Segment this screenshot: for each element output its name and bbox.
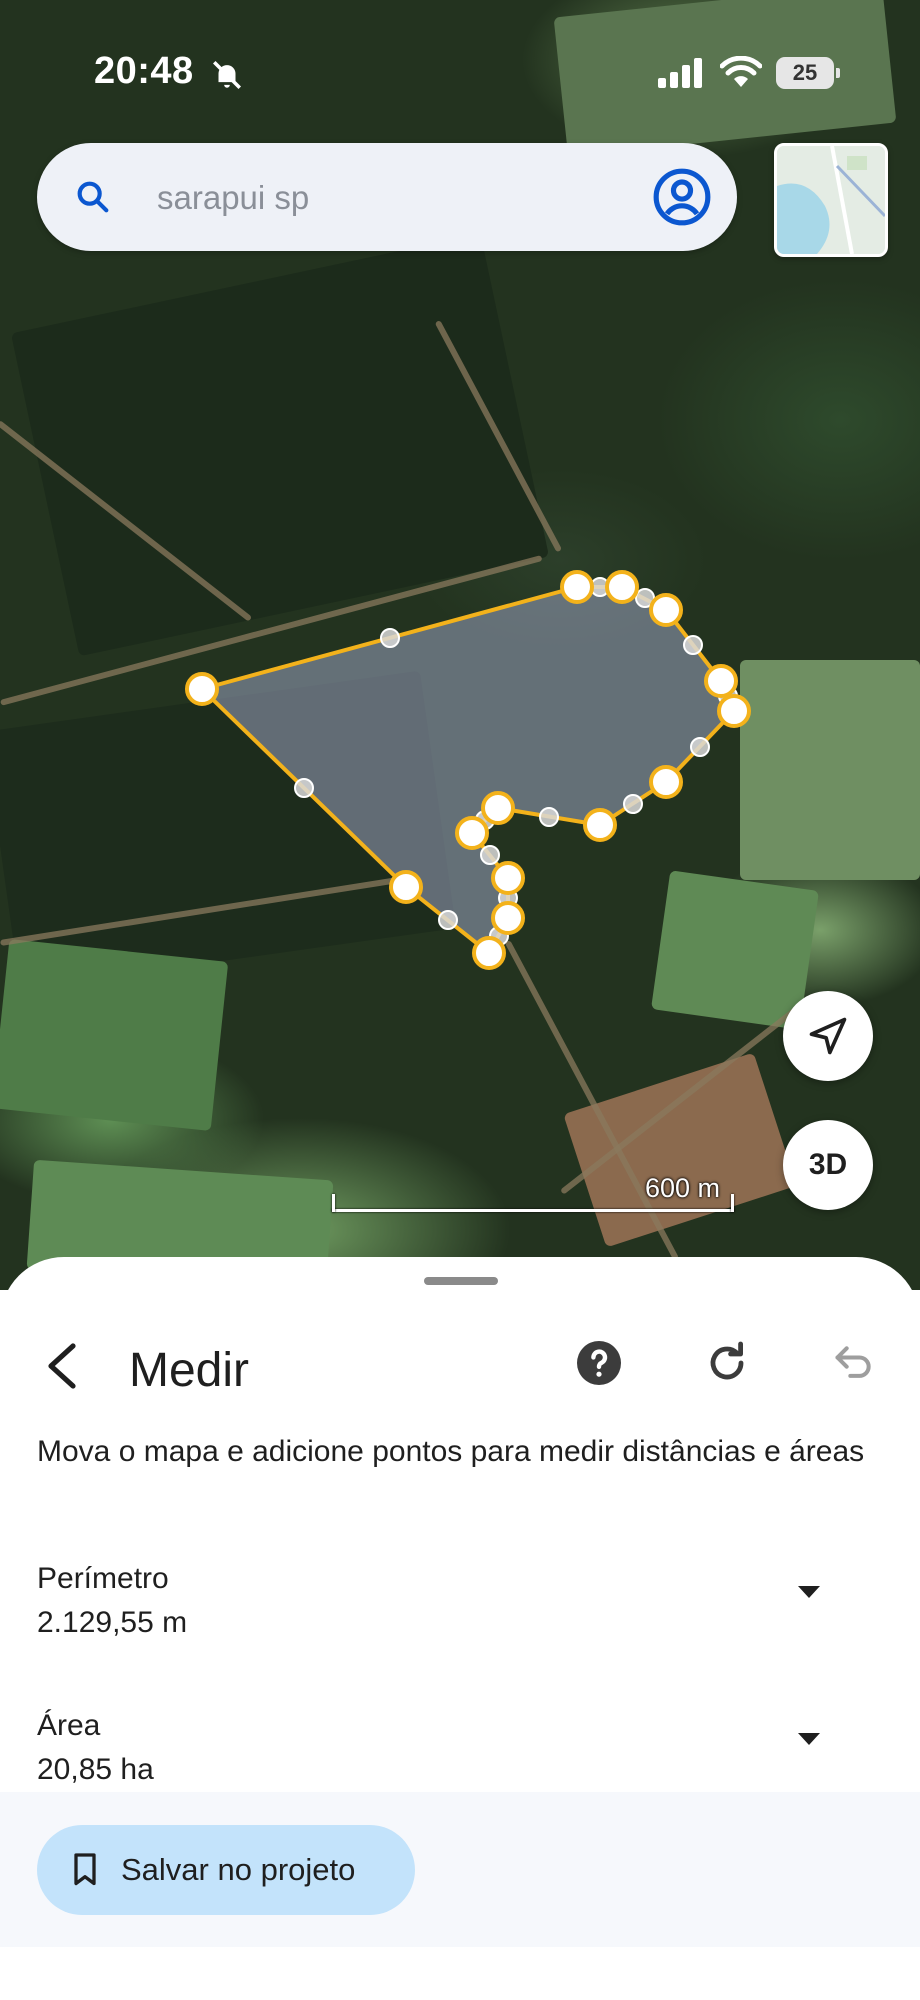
map-thumbnail-icon (777, 146, 885, 254)
bell-muted-icon (212, 60, 242, 90)
measure-instructions: Mova o mapa e adicione pontos para medir… (37, 1435, 865, 1468)
dropdown-arrow-icon[interactable] (796, 1584, 822, 1600)
area-label: Área (37, 1709, 101, 1742)
search-query[interactable]: sarapui sp (157, 179, 309, 217)
save-to-project-button[interactable]: Salvar no projeto (37, 1825, 415, 1915)
drag-handle[interactable] (424, 1277, 498, 1285)
area-value: 20,85 ha (37, 1753, 154, 1786)
undo-icon[interactable] (832, 1341, 876, 1385)
map-layers-button[interactable] (774, 143, 888, 257)
sheet-footer: Salvar no projeto (0, 1792, 920, 1947)
perimeter-label: Perímetro (37, 1562, 169, 1595)
perimeter-row[interactable]: Perímetro 2.129,55 m (0, 1562, 920, 1672)
back-button[interactable] (28, 1331, 98, 1401)
3d-view-button[interactable]: 3D (783, 1120, 873, 1210)
scale-label: 600 m (644, 1173, 720, 1203)
measure-bottom-sheet: Medir Mova o mapa e adicione pontos para… (0, 1257, 920, 2000)
search-bar[interactable]: sarapui sp (37, 143, 737, 251)
dropdown-arrow-icon[interactable] (796, 1731, 822, 1747)
bookmark-icon (74, 1853, 96, 1886)
account-icon[interactable] (651, 166, 713, 228)
refresh-icon[interactable] (703, 1339, 751, 1387)
help-icon[interactable] (575, 1339, 623, 1387)
cellular-signal-icon (658, 58, 702, 88)
map-scale-bar: 600 m (332, 1170, 734, 1212)
arrow-back-icon (48, 1343, 76, 1389)
search-icon (77, 181, 109, 213)
perimeter-value: 2.129,55 m (37, 1606, 188, 1639)
status-time: 20:48 (94, 50, 194, 92)
battery-indicator: 25 (776, 57, 840, 89)
sheet-title: Medir (129, 1344, 250, 1397)
status-bar: 20:48 25 (0, 0, 920, 140)
my-location-button[interactable] (783, 991, 873, 1081)
save-button-label: Salvar no projeto (121, 1852, 356, 1887)
navigation-arrow-icon (809, 1017, 847, 1055)
wifi-icon (720, 56, 762, 87)
